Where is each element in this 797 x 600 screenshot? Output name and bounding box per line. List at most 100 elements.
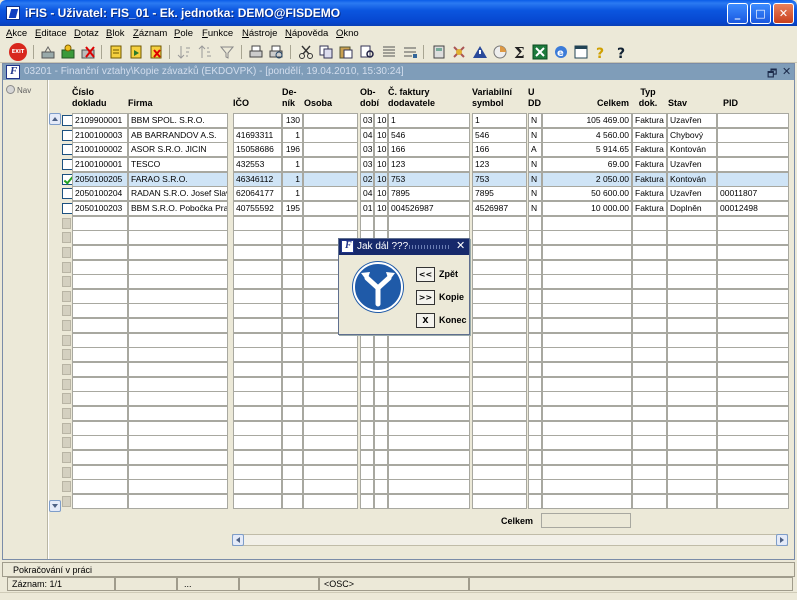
cell-pid[interactable] <box>717 215 789 231</box>
cell-udd[interactable] <box>528 288 542 304</box>
cell-pid[interactable] <box>717 464 789 480</box>
cell-vs[interactable] <box>472 449 527 465</box>
cell-ob2[interactable] <box>374 420 388 436</box>
scroll-left-icon[interactable] <box>232 534 244 546</box>
document-titlebar[interactable]: 03201 - Finanční vztahy\Kopie závazků (E… <box>3 64 794 80</box>
new-record-icon[interactable] <box>40 44 56 60</box>
cell-stav[interactable]: Chybový <box>667 127 717 143</box>
cell-cislo[interactable] <box>72 230 128 246</box>
cell-stav[interactable] <box>667 376 717 392</box>
query-execute-icon[interactable] <box>128 44 144 60</box>
cell-denik[interactable] <box>282 464 303 480</box>
cell-cislo[interactable]: 2050100204 <box>72 186 128 202</box>
cell-vs[interactable] <box>472 259 527 275</box>
cell-udd[interactable]: N <box>528 113 542 128</box>
copy-icon[interactable] <box>318 44 334 60</box>
help-icon[interactable]: ? <box>613 44 629 62</box>
cell-stav[interactable]: Kontován <box>667 171 717 187</box>
edit-field-icon[interactable] <box>402 44 418 60</box>
cell-firma[interactable]: ASOR S.R.O. JICIN <box>128 142 228 158</box>
cell-cislo[interactable]: 2050100205 <box>72 171 128 187</box>
cell-denik[interactable]: 1 <box>282 156 303 172</box>
calculator-icon[interactable] <box>431 44 447 60</box>
cell-typ[interactable]: Faktura <box>632 113 667 128</box>
cell-denik[interactable] <box>282 274 303 290</box>
menu-pole[interactable]: Pole <box>174 28 193 39</box>
scroll-down-icon[interactable] <box>49 500 61 512</box>
dialog-titlebar[interactable]: Jak dál ??? ✕ <box>339 239 469 255</box>
cell-vs[interactable] <box>472 318 527 334</box>
cell-firma[interactable]: FARAO S.R.O. <box>128 171 228 187</box>
cell-typ[interactable] <box>632 376 667 392</box>
cell-ob2[interactable] <box>374 464 388 480</box>
exit-icon[interactable]: EXIT <box>9 43 27 61</box>
cell-firma[interactable] <box>128 362 228 378</box>
cell-firma[interactable] <box>128 464 228 480</box>
cell-firma[interactable] <box>128 332 228 348</box>
cell-ico[interactable] <box>233 274 282 290</box>
cell-ico[interactable] <box>233 303 282 319</box>
cell-typ[interactable] <box>632 318 667 334</box>
cell-denik[interactable]: 1 <box>282 171 303 187</box>
cell-denik[interactable] <box>282 406 303 421</box>
cell-denik[interactable] <box>282 303 303 319</box>
cell-stav[interactable] <box>667 435 717 451</box>
cell-osoba[interactable] <box>303 142 358 158</box>
cell-osoba[interactable] <box>303 215 358 231</box>
cell-typ[interactable]: Faktura <box>632 127 667 143</box>
cell-vs[interactable] <box>472 244 527 260</box>
cell-faktura[interactable] <box>388 449 470 465</box>
cell-ob2[interactable]: 10 <box>374 113 388 128</box>
cell-celkem[interactable] <box>542 435 632 451</box>
cell-vs[interactable] <box>472 493 527 509</box>
query-cancel-icon[interactable] <box>148 44 164 60</box>
cell-typ[interactable]: Faktura <box>632 200 667 216</box>
print-icon[interactable] <box>248 44 264 60</box>
cell-stav[interactable] <box>667 391 717 407</box>
cell-osoba[interactable] <box>303 362 358 378</box>
cell-cislo[interactable] <box>72 435 128 451</box>
paste-icon[interactable] <box>338 44 354 60</box>
cell-udd[interactable]: N <box>528 186 542 202</box>
cell-faktura[interactable] <box>388 376 470 392</box>
cell-udd[interactable] <box>528 391 542 407</box>
cell-udd[interactable] <box>528 244 542 260</box>
cell-pid[interactable] <box>717 230 789 246</box>
cell-pid[interactable] <box>717 493 789 509</box>
query-enter-icon[interactable] <box>108 44 124 60</box>
cell-vs[interactable] <box>472 215 527 231</box>
cell-pid[interactable]: 00011807 <box>717 186 789 202</box>
cell-firma[interactable] <box>128 391 228 407</box>
cell-ob1[interactable] <box>360 449 374 465</box>
cell-ob1[interactable]: 03 <box>360 142 374 158</box>
cell-udd[interactable]: N <box>528 171 542 187</box>
cell-udd[interactable] <box>528 464 542 480</box>
cell-stav[interactable] <box>667 362 717 378</box>
cell-vs[interactable]: 166 <box>472 142 527 158</box>
cell-denik[interactable] <box>282 479 303 495</box>
cell-ico[interactable] <box>233 244 282 260</box>
cell-stav[interactable] <box>667 406 717 421</box>
cell-denik[interactable] <box>282 347 303 363</box>
cell-pid[interactable] <box>717 479 789 495</box>
cell-vs[interactable]: 7895 <box>472 186 527 202</box>
cell-vs[interactable] <box>472 362 527 378</box>
cell-osoba[interactable] <box>303 127 358 143</box>
cell-pid[interactable] <box>717 142 789 158</box>
menu-nastroje[interactable]: Nástroje <box>242 28 277 39</box>
cell-ob1[interactable] <box>360 479 374 495</box>
cell-typ[interactable] <box>632 420 667 436</box>
cell-typ[interactable] <box>632 347 667 363</box>
back-button[interactable]: << <box>416 267 435 282</box>
cell-denik[interactable] <box>282 318 303 334</box>
cell-vs[interactable] <box>472 435 527 451</box>
vertical-scrollbar[interactable] <box>49 113 61 512</box>
cell-denik[interactable]: 1 <box>282 127 303 143</box>
cell-firma[interactable]: BBM S.R.O. Pobočka Prah <box>128 200 228 216</box>
cell-osoba[interactable] <box>303 171 358 187</box>
cell-firma[interactable] <box>128 420 228 436</box>
cell-vs[interactable] <box>472 288 527 304</box>
cell-typ[interactable] <box>632 391 667 407</box>
cell-pid[interactable] <box>717 171 789 187</box>
cell-faktura[interactable] <box>388 464 470 480</box>
